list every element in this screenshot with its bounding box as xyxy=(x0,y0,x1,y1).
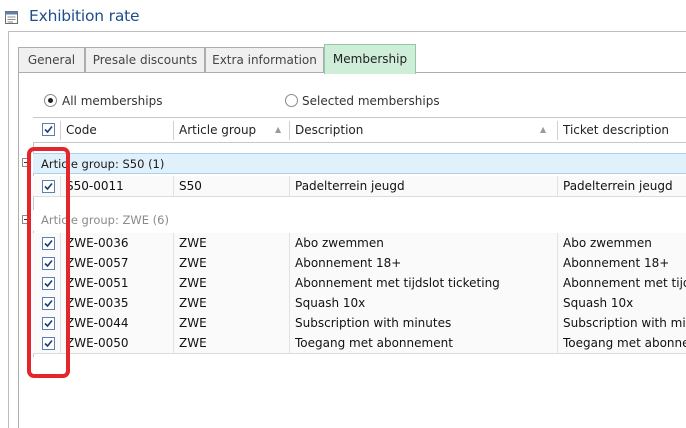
frame-divider xyxy=(8,31,686,32)
cell-article-group: ZWE xyxy=(179,296,207,310)
cell-code: ZWE-0036 xyxy=(66,236,129,250)
cell-description: Abonnement 18+ xyxy=(295,256,402,270)
cell-description: Abo zwemmen xyxy=(295,236,384,250)
column-header-article-group[interactable]: Article group xyxy=(179,118,259,142)
cell-article-group: ZWE xyxy=(179,236,207,250)
table-row[interactable]: ZWE-0036 ZWE Abo zwemmen Abo zwemmen xyxy=(33,233,686,254)
cell-code: ZWE-0035 xyxy=(66,296,129,310)
cell-description: Subscription with minutes xyxy=(295,316,452,330)
column-header-code[interactable]: Code xyxy=(66,118,171,142)
cell-ticket-description: Abonnement 18+ xyxy=(563,256,670,270)
cell-article-group: ZWE xyxy=(179,316,207,330)
tab-presale-discounts[interactable]: Presale discounts xyxy=(85,47,205,73)
cell-ticket-description: Abonnement met tijdslot xyxy=(563,276,686,290)
table-row[interactable]: ZWE-0050 ZWE Toegang met abonnement Toegang… xyxy=(33,333,686,354)
cell-ticket-description: Subscription with minut xyxy=(563,316,686,330)
tab-general[interactable]: General xyxy=(18,47,85,73)
cell-article-group: ZWE xyxy=(179,256,207,270)
table-row[interactable]: ZWE-0051 ZWE Abonnement met tijdslot ticke… xyxy=(33,273,686,294)
table-row[interactable]: ZWE-0057 ZWE Abonnement 18+ Abonnement 18+ xyxy=(33,253,686,274)
selected-memberships-label[interactable]: Selected memberships xyxy=(302,94,440,108)
cell-description: Squash 10x xyxy=(295,296,366,310)
column-header-ticket-description[interactable]: Ticket description xyxy=(563,118,686,142)
cell-code: ZWE-0044 xyxy=(66,316,129,330)
cell-ticket-description: Padelterrein jeugd xyxy=(563,179,673,193)
cell-code: S50-0011 xyxy=(66,179,124,193)
document-icon xyxy=(5,9,18,24)
cell-code: ZWE-0051 xyxy=(66,276,129,290)
frame-border xyxy=(8,31,9,428)
cell-ticket-description: Abo zwemmen xyxy=(563,236,652,250)
table-row[interactable]: ZWE-0035 ZWE Squash 10x Squash 10x xyxy=(33,293,686,314)
cell-description: Padelterrein jeugd xyxy=(295,179,405,193)
cell-ticket-description: Toegang met abonnem xyxy=(563,336,686,350)
selected-memberships-radio[interactable] xyxy=(285,94,298,107)
column-header-description[interactable]: Description xyxy=(295,118,525,142)
sort-up-icon: ▲ xyxy=(540,125,547,134)
cell-article-group: ZWE xyxy=(179,276,207,290)
sort-up-icon: ▲ xyxy=(275,125,282,134)
cell-description: Toegang met abonnement xyxy=(295,336,453,350)
cell-ticket-description: Squash 10x xyxy=(563,296,634,310)
group-row-s50[interactable]: Article group: S50 (1) xyxy=(33,153,686,174)
cell-description: Abonnement met tijdslot ticketing xyxy=(295,276,500,290)
cell-code: ZWE-0057 xyxy=(66,256,129,270)
grid-header: Code Article group ▲ Description ▲ Ticke… xyxy=(33,117,686,143)
tab-membership[interactable]: Membership xyxy=(324,44,416,74)
select-all-checkbox[interactable] xyxy=(42,123,55,136)
all-memberships-label[interactable]: All memberships xyxy=(62,94,162,108)
table-row[interactable]: ZWE-0044 ZWE Subscription with minutes Subs… xyxy=(33,313,686,334)
tab-extra-information[interactable]: Extra information xyxy=(205,47,324,73)
window-title: Exhibition rate xyxy=(29,7,140,25)
annotation-highlight-box xyxy=(27,147,70,378)
cell-article-group: ZWE xyxy=(179,336,207,350)
cell-code: ZWE-0050 xyxy=(66,336,129,350)
table-row[interactable]: S50-0011 S50 Padelterrein jeugd Padelter… xyxy=(33,176,686,197)
all-memberships-radio[interactable] xyxy=(44,94,57,107)
checkmark-icon xyxy=(44,125,53,134)
cell-article-group: S50 xyxy=(179,179,202,193)
group-row-zwe[interactable]: Article group: ZWE (6) xyxy=(33,210,686,231)
